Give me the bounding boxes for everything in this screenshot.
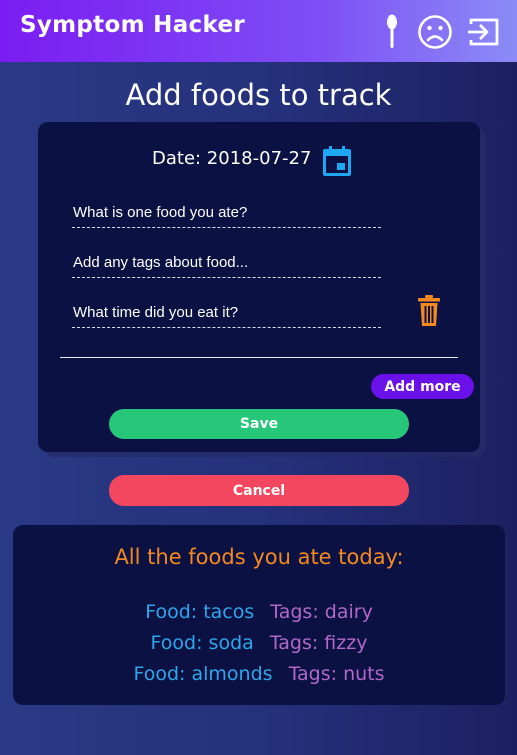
foods-today-title: All the foods you ate today: [114, 545, 404, 569]
save-button[interactable]: Save [109, 409, 409, 439]
logout-icon[interactable] [467, 16, 501, 48]
sad-face-icon[interactable] [417, 14, 453, 50]
food-name: Food: tacos [145, 601, 255, 623]
tags-input[interactable] [72, 248, 381, 278]
food-tags: Tags: fizzy [269, 632, 368, 654]
food-tags: Tags: nuts [288, 663, 385, 685]
food-name: Food: almonds [133, 663, 273, 685]
calendar-icon[interactable] [321, 145, 353, 177]
app-header: Symptom Hacker [0, 0, 517, 62]
food-name: Food: soda [150, 632, 254, 654]
list-item: Food: tacos Tags: dairy [13, 601, 505, 623]
app-title: Symptom Hacker [20, 12, 245, 38]
trash-icon[interactable] [418, 295, 440, 327]
food-input[interactable] [72, 198, 381, 228]
list-item: Food: almonds Tags: nuts [13, 663, 505, 685]
page-title: Add foods to track [125, 78, 392, 112]
add-more-button[interactable]: Add more [371, 374, 474, 399]
cancel-button[interactable]: Cancel [109, 475, 409, 506]
time-input[interactable] [72, 298, 381, 328]
list-item: Food: soda Tags: fizzy [13, 632, 505, 654]
foods-today-panel: All the foods you ate today: Food: tacos… [13, 525, 505, 705]
add-food-card: Date: 2018-07-27 Add more Save [38, 122, 480, 452]
form-divider [60, 357, 458, 358]
food-tags: Tags: dairy [270, 601, 373, 623]
date-label: Date: 2018-07-27 [152, 148, 312, 169]
spoon-icon[interactable] [384, 14, 400, 50]
